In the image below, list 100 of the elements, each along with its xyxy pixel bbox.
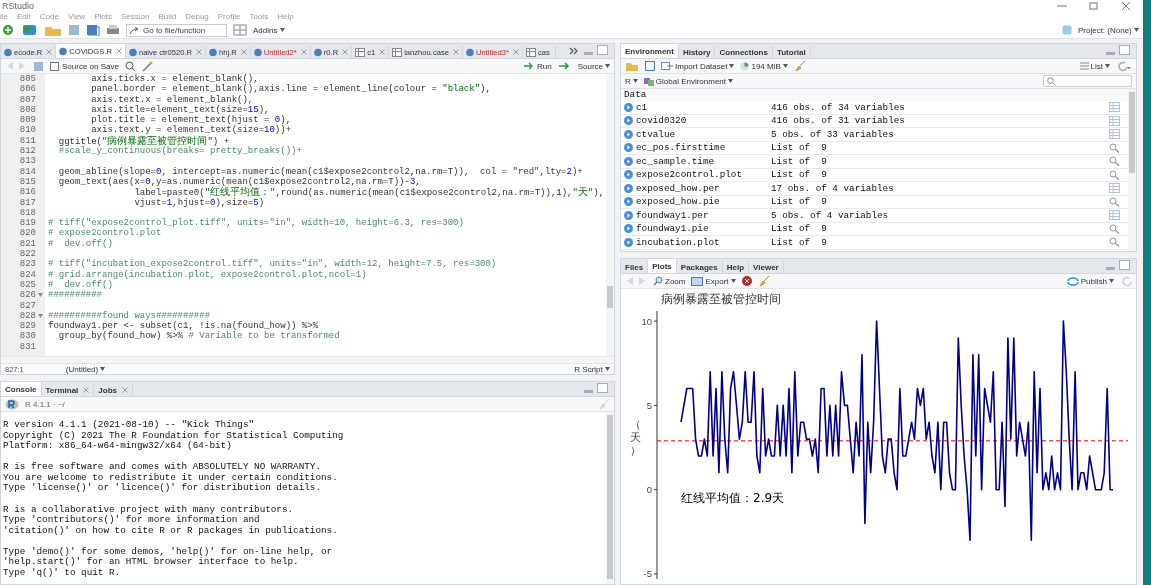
maximize-icon[interactable]: [1119, 260, 1130, 270]
memory-usage-menu[interactable]: 194 MiB: [740, 61, 788, 71]
console-tab[interactable]: Console: [1, 382, 42, 396]
import-dataset-menu[interactable]: Import Dataset: [661, 61, 735, 71]
run-button[interactable]: Run: [523, 61, 552, 71]
object-name[interactable]: ec_pos.firsttime: [636, 142, 771, 154]
language-menu[interactable]: R: [625, 76, 638, 86]
expand-icon[interactable]: [624, 210, 633, 220]
object-name[interactable]: exposed_how.pie: [636, 196, 771, 208]
save-icon[interactable]: [68, 24, 80, 36]
fold-icon[interactable]: [38, 293, 43, 298]
search-icon[interactable]: [1109, 196, 1120, 207]
search-icon[interactable]: [1109, 223, 1120, 234]
close-icon[interactable]: [342, 49, 349, 55]
object-name[interactable]: ctvalue: [636, 128, 771, 140]
expand-icon[interactable]: [624, 143, 633, 153]
search-icon[interactable]: [1109, 156, 1120, 167]
rerun-icon[interactable]: [557, 61, 572, 71]
environment-scope-menu[interactable]: Global Environment: [643, 76, 734, 86]
file-type-menu[interactable]: R Script: [574, 364, 610, 374]
source-on-save-checkbox[interactable]: Source on Save: [50, 61, 119, 71]
object-name[interactable]: exposed_how.per: [636, 182, 771, 194]
search-field[interactable]: [1043, 75, 1132, 87]
fold-icon[interactable]: [38, 313, 43, 318]
scrollbar[interactable]: [1, 356, 614, 363]
expand-icon[interactable]: [624, 197, 633, 207]
scrollbar[interactable]: [1128, 89, 1136, 251]
folder-icon[interactable]: [625, 61, 639, 71]
object-name[interactable]: foundway1.pie: [636, 223, 771, 235]
search-icon[interactable]: [1109, 142, 1120, 153]
publish-menu[interactable]: Publish: [1066, 276, 1114, 286]
close-icon[interactable]: [379, 49, 386, 55]
line-number: 821: [18, 238, 37, 250]
refresh-icon[interactable]: [1116, 60, 1132, 72]
export-menu[interactable]: Export: [691, 276, 736, 286]
expand-icon[interactable]: [624, 116, 633, 126]
close-icon[interactable]: [196, 49, 203, 55]
table-icon[interactable]: [1109, 183, 1120, 194]
go-to-file-field[interactable]: Go to file/function: [126, 23, 227, 37]
scrollbar[interactable]: [606, 412, 614, 584]
refresh-icon[interactable]: [1120, 275, 1132, 287]
printer-icon[interactable]: [106, 24, 120, 36]
expand-icon[interactable]: [624, 224, 633, 234]
scrollbar[interactable]: [606, 74, 614, 356]
save-icon[interactable]: [33, 60, 44, 72]
object-name[interactable]: c1: [636, 101, 771, 113]
close-icon[interactable]: [46, 49, 53, 55]
search-icon[interactable]: [124, 60, 136, 72]
table-icon[interactable]: [1109, 102, 1120, 113]
maximize-icon[interactable]: [597, 45, 608, 55]
search-icon[interactable]: [1109, 237, 1120, 248]
source-button[interactable]: Source: [577, 61, 610, 71]
expand-icon[interactable]: [624, 237, 633, 247]
close-icon[interactable]: [452, 49, 459, 55]
new-file-icon[interactable]: [2, 24, 16, 36]
search-icon[interactable]: [1109, 169, 1120, 180]
expand-icon[interactable]: [624, 156, 633, 166]
close-icon[interactable]: [1121, 1, 1131, 10]
remove-plot-icon[interactable]: [741, 276, 752, 286]
object-name[interactable]: expose2control.plot: [636, 169, 771, 181]
save-all-icon[interactable]: [86, 24, 100, 36]
object-name[interactable]: ec_sample.time: [636, 155, 771, 167]
zoom-button[interactable]: Zoom: [653, 276, 686, 286]
broom-icon[interactable]: [598, 398, 610, 410]
new-project-icon[interactable]: [22, 23, 38, 37]
grid-icon[interactable]: [233, 24, 247, 36]
expand-icon[interactable]: [624, 129, 633, 139]
wand-icon[interactable]: [141, 60, 153, 72]
maximize-icon[interactable]: [597, 383, 608, 393]
scope-menu[interactable]: (Untitled): [65, 364, 106, 374]
table-icon[interactable]: [1109, 115, 1120, 126]
expand-icon[interactable]: [624, 183, 633, 193]
restore-icon[interactable]: [1089, 1, 1099, 10]
back-icon[interactable]: [625, 276, 647, 286]
object-value: List of 9: [771, 196, 828, 208]
save-icon[interactable]: [645, 61, 655, 71]
back-icon[interactable]: [5, 61, 27, 71]
expand-icon[interactable]: [624, 102, 633, 112]
close-icon[interactable]: [512, 49, 519, 55]
broom-icon[interactable]: [757, 275, 770, 287]
more-tabs-icon[interactable]: [569, 47, 579, 55]
object-name[interactable]: incubation.plot: [636, 236, 771, 248]
close-icon[interactable]: [300, 49, 307, 55]
view-mode-menu[interactable]: List: [1079, 61, 1110, 71]
close-icon[interactable]: [240, 49, 247, 55]
addins-menu[interactable]: Addins: [253, 25, 285, 35]
close-icon[interactable]: [122, 387, 128, 393]
project-menu[interactable]: Project: (None): [1077, 25, 1139, 35]
broom-icon[interactable]: [793, 60, 806, 72]
folder-icon[interactable]: [44, 24, 62, 36]
table-icon[interactable]: [1109, 210, 1120, 221]
expand-icon[interactable]: [624, 170, 633, 180]
close-icon[interactable]: [115, 48, 122, 54]
plots-tab[interactable]: Plots: [648, 259, 677, 273]
object-name[interactable]: foundway1.per: [636, 209, 771, 221]
environment-tab[interactable]: Environment: [621, 44, 679, 58]
object-name[interactable]: covid0320: [636, 115, 771, 127]
maximize-icon[interactable]: [1119, 45, 1130, 55]
close-icon[interactable]: [83, 387, 90, 393]
table-icon[interactable]: [1109, 129, 1120, 140]
